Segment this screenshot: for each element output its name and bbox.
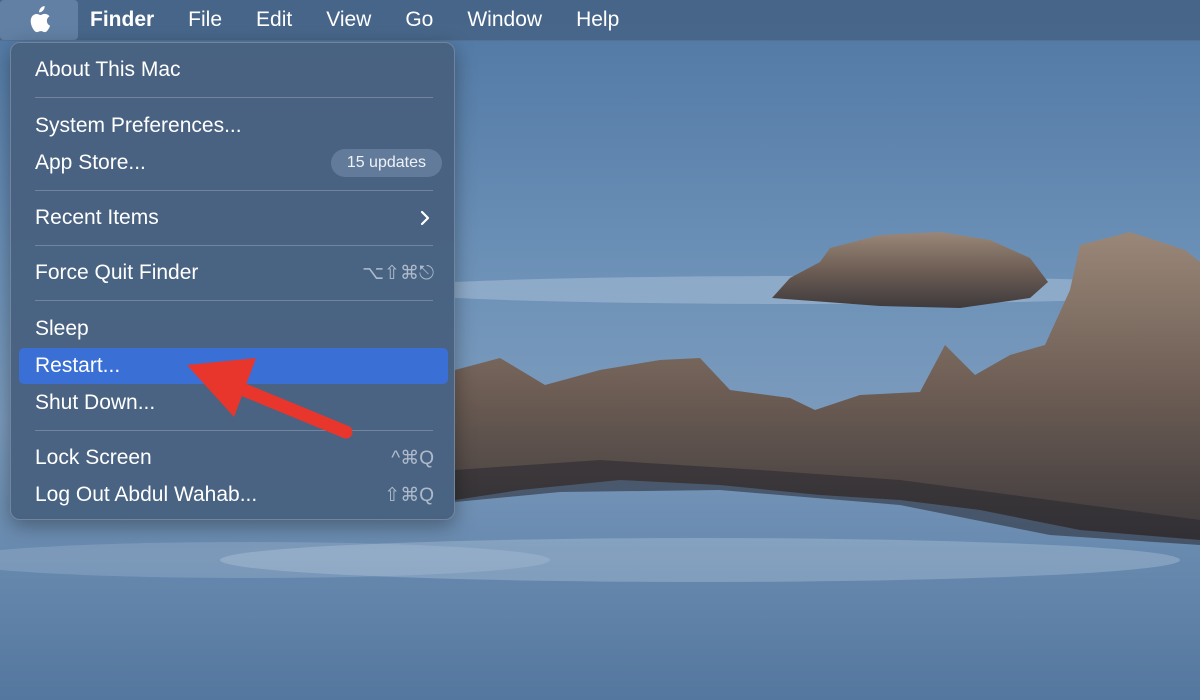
- menu-item-recent-items[interactable]: Recent Items: [19, 200, 448, 236]
- menu-bar: Finder File Edit View Go Window Help: [0, 0, 1200, 41]
- menubar-item-file[interactable]: File: [171, 0, 239, 40]
- menu-item-label: Log Out Abdul Wahab...: [35, 483, 258, 506]
- menu-item-system-preferences[interactable]: System Preferences...: [19, 108, 448, 144]
- menu-item-sleep[interactable]: Sleep: [19, 311, 448, 347]
- menu-item-log-out[interactable]: Log Out Abdul Wahab... ⇧⌘Q: [19, 477, 448, 513]
- menu-item-label: Shut Down...: [35, 391, 156, 414]
- menu-separator: [35, 245, 433, 246]
- menu-item-label: Recent Items: [35, 206, 159, 229]
- menu-item-label: Restart...: [35, 354, 121, 377]
- menubar-item-window[interactable]: Window: [450, 0, 559, 40]
- menu-item-label: Force Quit Finder: [35, 261, 199, 284]
- menubar-item-help[interactable]: Help: [559, 0, 636, 40]
- menu-item-label: App Store...: [35, 151, 146, 174]
- menubar-item-view[interactable]: View: [309, 0, 388, 40]
- menu-item-force-quit[interactable]: Force Quit Finder ⌥⇧⌘⎋: [19, 255, 448, 291]
- chevron-right-icon: [420, 210, 430, 226]
- menu-item-shut-down[interactable]: Shut Down...: [19, 385, 448, 421]
- apple-menu-dropdown: About This Mac System Preferences... App…: [10, 42, 455, 520]
- menu-separator: [35, 430, 433, 431]
- menu-item-lock-screen[interactable]: Lock Screen ^⌘Q: [19, 440, 448, 476]
- menubar-item-finder[interactable]: Finder: [78, 0, 171, 40]
- menu-separator: [35, 300, 433, 301]
- menu-item-label: About This Mac: [35, 58, 181, 81]
- menu-item-label: System Preferences...: [35, 114, 242, 137]
- menu-item-about-this-mac[interactable]: About This Mac: [19, 52, 448, 88]
- apple-menu-button[interactable]: [0, 0, 78, 40]
- menu-item-restart[interactable]: Restart...: [19, 348, 448, 384]
- menubar-item-edit[interactable]: Edit: [239, 0, 309, 40]
- menu-item-label: Sleep: [35, 317, 89, 340]
- menubar-item-go[interactable]: Go: [388, 0, 450, 40]
- menu-separator: [35, 190, 433, 191]
- keyboard-shortcut: ⇧⌘Q: [384, 484, 434, 506]
- menu-item-app-store[interactable]: App Store... 15 updates: [19, 145, 448, 181]
- keyboard-shortcut: ⌥⇧⌘⎋: [362, 262, 434, 284]
- menu-item-label: Lock Screen: [35, 446, 152, 469]
- apple-logo-icon: [30, 6, 51, 33]
- keyboard-shortcut: ^⌘Q: [391, 447, 434, 469]
- updates-badge: 15 updates: [330, 149, 442, 177]
- menu-separator: [35, 97, 433, 98]
